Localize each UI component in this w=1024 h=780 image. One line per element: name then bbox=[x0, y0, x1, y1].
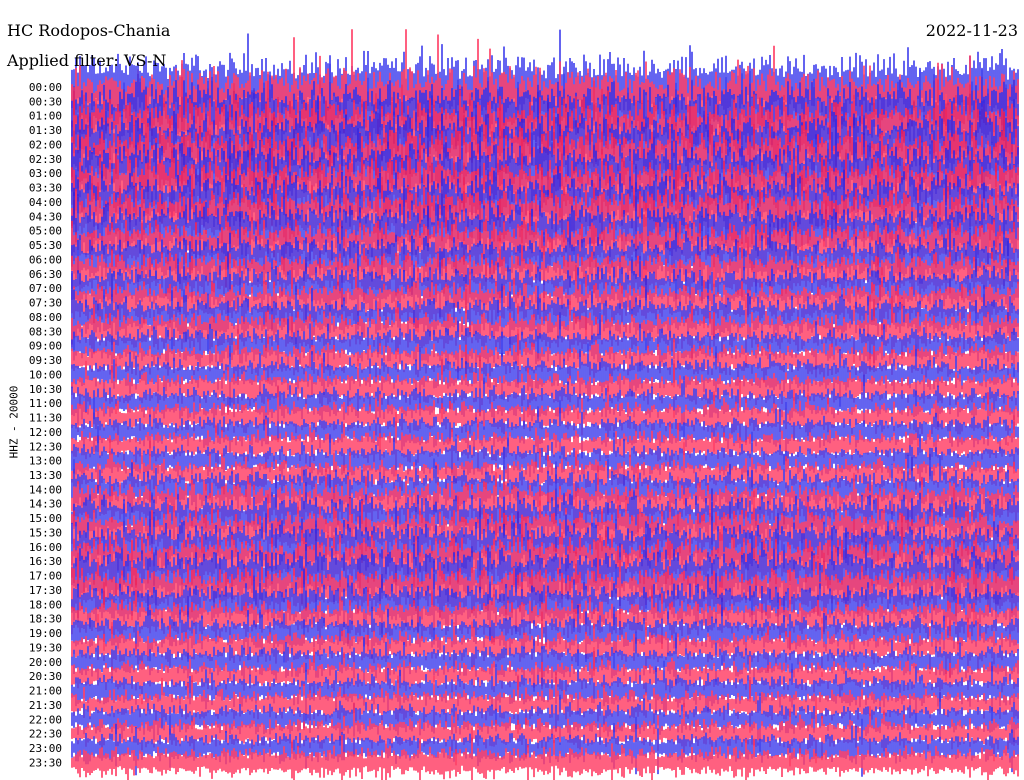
time-label: 02:30 bbox=[29, 153, 62, 166]
time-label: 00:00 bbox=[29, 81, 62, 94]
time-label: 12:00 bbox=[29, 426, 62, 439]
time-label: 14:00 bbox=[29, 483, 62, 496]
time-label: 01:00 bbox=[29, 110, 62, 123]
time-label: 17:00 bbox=[29, 570, 62, 583]
time-label: 09:00 bbox=[29, 340, 62, 353]
plot-date: 2022-11-23 bbox=[925, 21, 1018, 40]
time-label: 20:30 bbox=[29, 670, 62, 683]
time-label: 03:00 bbox=[29, 167, 62, 180]
time-label: 13:30 bbox=[29, 469, 62, 482]
time-label: 07:00 bbox=[29, 282, 62, 295]
time-label: 17:30 bbox=[29, 584, 62, 597]
time-label: 20:00 bbox=[29, 656, 62, 669]
helicorder-chart: 00:0000:30 01:0001:3002:00 02:3003:00 03:30… bbox=[29, 29, 1019, 780]
time-label: 12:30 bbox=[29, 440, 62, 453]
time-label: 00:30 bbox=[29, 95, 62, 108]
time-label: 14:30 bbox=[29, 498, 62, 511]
time-label: 03:30 bbox=[29, 182, 62, 195]
trace-layer bbox=[71, 29, 1019, 780]
time-axis-labels: 00:0000:30 01:0001:3002:00 02:3003:00 03:30… bbox=[29, 81, 62, 769]
time-label: 04:30 bbox=[29, 210, 62, 223]
time-label: 13:00 bbox=[29, 455, 62, 468]
time-label: 18:30 bbox=[29, 613, 62, 626]
time-label: 18:00 bbox=[29, 598, 62, 611]
time-label: 05:00 bbox=[29, 225, 62, 238]
time-label: 16:30 bbox=[29, 555, 62, 568]
time-label: 10:00 bbox=[29, 368, 62, 381]
time-label: 21:30 bbox=[29, 699, 62, 712]
time-label: 21:00 bbox=[29, 685, 62, 698]
time-label: 10:30 bbox=[29, 383, 62, 396]
time-label: 22:00 bbox=[29, 713, 62, 726]
time-label: 09:30 bbox=[29, 354, 62, 367]
channel-label: HHZ - 20000 bbox=[7, 385, 21, 459]
time-label: 08:00 bbox=[29, 311, 62, 324]
time-label: 15:00 bbox=[29, 512, 62, 525]
time-label: 06:00 bbox=[29, 253, 62, 266]
time-label: 23:00 bbox=[29, 742, 62, 755]
time-label: 15:30 bbox=[29, 526, 62, 539]
time-label: 19:30 bbox=[29, 641, 62, 654]
time-label: 08:30 bbox=[29, 325, 62, 338]
time-label: 11:30 bbox=[29, 412, 62, 425]
time-label: 04:00 bbox=[29, 196, 62, 209]
station-title: HC Rodopos-Chania bbox=[7, 21, 171, 40]
filter-note: Applied filter: VS-N bbox=[7, 51, 167, 70]
time-label: 22:30 bbox=[29, 728, 62, 741]
time-label: 02:00 bbox=[29, 138, 62, 151]
time-label: 11:00 bbox=[29, 397, 62, 410]
time-label: 07:30 bbox=[29, 297, 62, 310]
time-label: 19:00 bbox=[29, 627, 62, 640]
time-label: 05:30 bbox=[29, 239, 62, 252]
time-label: 01:30 bbox=[29, 124, 62, 137]
time-label: 06:30 bbox=[29, 268, 62, 281]
time-label: 16:00 bbox=[29, 541, 62, 554]
time-label: 23:30 bbox=[29, 756, 62, 769]
